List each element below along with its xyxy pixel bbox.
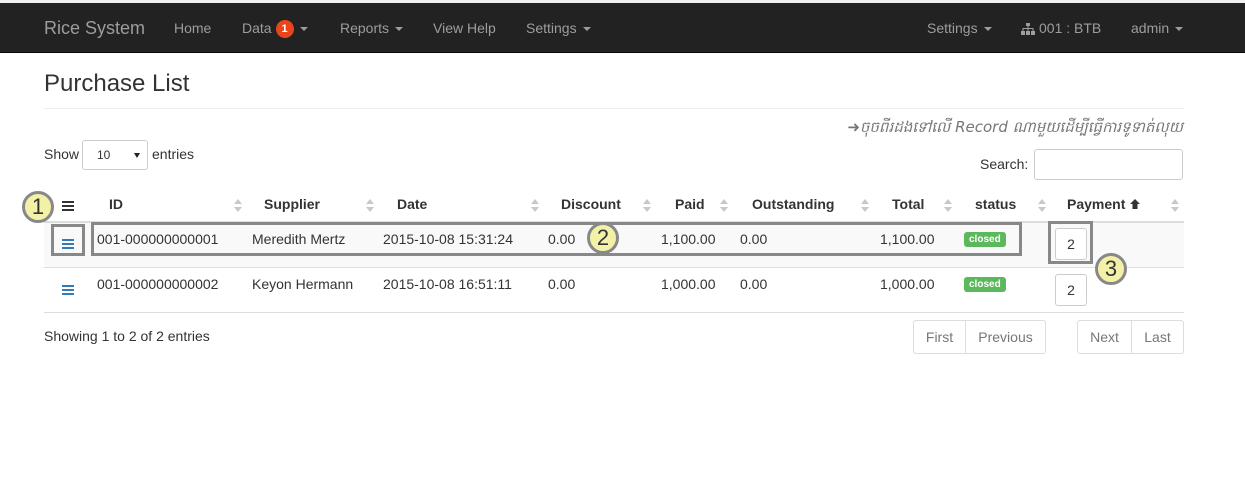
cell-total: 1,000.00 <box>880 276 935 292</box>
payment-button[interactable]: 2 <box>1055 274 1087 306</box>
sitemap-icon <box>1021 23 1035 36</box>
chevron-down-icon <box>582 27 591 32</box>
nav-user[interactable]: admin <box>1131 3 1184 53</box>
page-title: Purchase List <box>44 70 190 97</box>
annotation-box-payment <box>1048 221 1093 264</box>
column-header-outstanding[interactable]: Outstanding <box>752 196 834 212</box>
instruction-hint: ➜ចុចពីរដងទៅលើ Record ណាមួយដើម្បីធ្វើការទ… <box>847 118 1183 136</box>
cell-paid: 1,000.00 <box>661 276 716 292</box>
sort-icon <box>1038 199 1046 213</box>
nav-home[interactable]: Home <box>174 3 211 53</box>
sort-icon <box>1171 199 1179 213</box>
cell-supplier: Keyon Hermann <box>252 276 354 292</box>
sort-icon <box>531 199 539 213</box>
column-header-total[interactable]: Total <box>892 196 924 212</box>
page-size-select[interactable]: 10 <box>82 140 148 170</box>
title-divider <box>44 108 1184 109</box>
cell-id: 001-000000000002 <box>97 276 219 292</box>
table-info: Showing 1 to 2 of 2 entries <box>44 328 210 344</box>
nav-reports[interactable]: Reports <box>340 3 404 53</box>
column-header-payment-label: Payment <box>1067 196 1126 212</box>
column-header-discount[interactable]: Discount <box>561 196 621 212</box>
annotation-box-row-menu <box>51 224 85 256</box>
nav-view-help[interactable]: View Help <box>433 3 496 53</box>
annotation-box-row <box>91 222 1022 256</box>
show-label: Show <box>44 146 80 162</box>
callout-marker-3: 3 <box>1095 253 1127 285</box>
sort-icon <box>643 199 651 213</box>
chevron-down-icon <box>395 27 404 32</box>
cell-outstanding: 0.00 <box>740 276 768 292</box>
row-divider <box>44 312 1184 313</box>
column-header-supplier[interactable]: Supplier <box>264 196 320 212</box>
column-header-id[interactable]: ID <box>109 196 123 212</box>
nav-branch-label: 001 : BTB <box>1039 20 1102 36</box>
pagination-next[interactable]: Next <box>1077 320 1132 354</box>
entries-label: entries <box>152 146 195 162</box>
search-label: Search: <box>980 156 1029 172</box>
callout-marker-2: 2 <box>587 222 619 254</box>
nav-right-settings[interactable]: Settings <box>927 3 992 53</box>
chevron-down-icon <box>983 27 992 32</box>
navbar: Rice System Home Data 1 Reports View Help… <box>0 3 1245 53</box>
column-header-paid[interactable]: Paid <box>675 196 705 212</box>
cell-date: 2015-10-08 16:51:11 <box>383 276 512 292</box>
brand-link[interactable]: Rice System <box>44 3 145 53</box>
nav-data[interactable]: Data 1 <box>242 3 308 53</box>
data-notification-badge: 1 <box>275 20 294 39</box>
nav-data-label: Data <box>242 20 272 36</box>
column-header-status[interactable]: status <box>975 196 1016 212</box>
page-size-value: 10 <box>97 148 111 162</box>
nav-user-label: admin <box>1131 20 1170 36</box>
pagination-first[interactable]: First <box>913 320 966 354</box>
column-header-date[interactable]: Date <box>397 196 427 212</box>
nav-branch[interactable]: 001 : BTB <box>1021 3 1101 53</box>
chevron-down-icon <box>299 27 308 32</box>
nav-settings[interactable]: Settings <box>526 3 591 53</box>
status-badge: closed <box>964 277 1006 292</box>
chevron-down-icon <box>1175 27 1184 32</box>
cell-discount: 0.00 <box>548 276 576 292</box>
pagination-last[interactable]: Last <box>1131 320 1184 354</box>
nav-reports-label: Reports <box>340 20 390 36</box>
menu-icon <box>62 201 74 211</box>
sort-icon <box>234 199 242 213</box>
search-input[interactable] <box>1034 149 1183 180</box>
nav-settings-label: Settings <box>526 20 577 36</box>
column-header-payment[interactable]: Payment <box>1067 196 1141 212</box>
row-menu-icon[interactable] <box>62 285 74 295</box>
pagination-previous[interactable]: Previous <box>965 320 1046 354</box>
dropdown-arrow-icon <box>134 153 140 158</box>
nav-right-settings-label: Settings <box>927 20 978 36</box>
sort-icon <box>720 199 728 213</box>
sort-icon <box>861 199 869 213</box>
callout-marker-1: 1 <box>22 191 54 223</box>
sort-icon <box>944 199 952 213</box>
sort-icon <box>366 199 374 213</box>
arrow-up-icon <box>1130 199 1141 209</box>
